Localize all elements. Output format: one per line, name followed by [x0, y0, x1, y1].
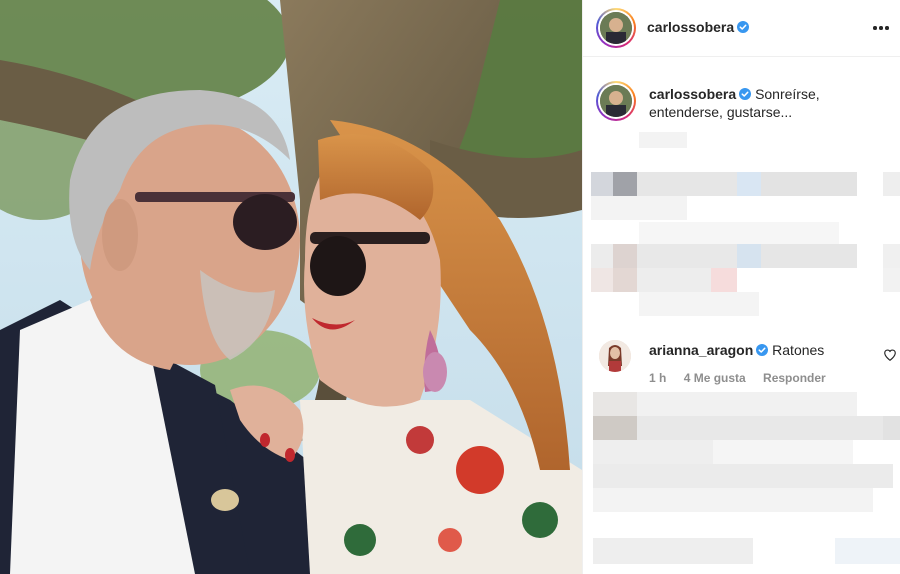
couple-selfie-image: [0, 0, 582, 574]
pixel-block: [713, 440, 853, 464]
avatar-photo: [600, 85, 632, 117]
avatar-image: [600, 12, 632, 44]
avatar-photo: [600, 12, 632, 44]
pixel-block: [711, 268, 737, 292]
pixelated-comments-bottom: [583, 392, 900, 574]
pixel-block: [613, 268, 637, 292]
pixel-block: [883, 244, 900, 268]
avatar-image: [600, 85, 632, 117]
verified-badge-icon: [737, 21, 750, 33]
comment-likes[interactable]: 4 Me gusta: [684, 371, 746, 385]
pixel-block: [883, 172, 900, 196]
post-header: carlossobera: [583, 0, 900, 57]
pixel-block: [737, 172, 761, 196]
verified-badge-icon: [739, 88, 752, 100]
pixel-block: [639, 222, 839, 244]
pixel-block: [613, 172, 637, 196]
more-dot: [879, 26, 883, 30]
pixel-block: [591, 268, 613, 292]
more-options-icon[interactable]: [870, 18, 892, 38]
post-caption: carlossobera Sonreírse, entenderse, gust…: [583, 70, 900, 130]
pixel-block: [761, 172, 857, 196]
pixel-block: [637, 244, 737, 268]
pixel-block: [637, 416, 887, 440]
pixel-block: [613, 244, 637, 268]
post-side-panel: carlossobera carlossobera Sonreírse, ent…: [582, 0, 900, 574]
pixel-block: [637, 392, 857, 416]
comment-meta: 1 h 4 Me gusta Responder: [649, 371, 840, 385]
pixel-block: [593, 416, 637, 440]
post-photo: [0, 0, 582, 574]
author-username[interactable]: carlossobera: [647, 19, 750, 35]
pixel-block: [637, 172, 737, 196]
pixel-block: [761, 244, 857, 268]
commenter-avatar[interactable]: [599, 340, 631, 372]
comment-item: arianna_aragon Ratones 1 h 4 Me gusta Re…: [583, 330, 900, 390]
comment-text: arianna_aragon Ratones: [649, 342, 824, 358]
pixel-block: [593, 440, 713, 464]
author-avatar[interactable]: [596, 8, 636, 48]
pixel-block: [883, 416, 900, 440]
pixel-block: [593, 538, 753, 564]
reply-button[interactable]: Responder: [763, 371, 826, 385]
pixel-block: [883, 268, 900, 292]
verified-badge-icon: [756, 344, 769, 356]
heart-icon[interactable]: [883, 348, 897, 362]
pixel-block: [637, 268, 711, 292]
pixel-block: [591, 196, 687, 220]
commenter-username[interactable]: arianna_aragon: [649, 342, 753, 358]
author-username-text[interactable]: carlossobera: [647, 19, 734, 35]
pixel-block: [593, 464, 893, 488]
pixel-block: [593, 392, 637, 416]
comment-time[interactable]: 1 h: [649, 371, 666, 385]
pixelated-comments-top: [583, 130, 900, 320]
pixel-block: [591, 244, 613, 268]
caption-author-avatar[interactable]: [596, 81, 636, 121]
more-dot: [885, 26, 889, 30]
caption-username[interactable]: carlossobera: [649, 86, 736, 102]
pixel-block: [737, 244, 761, 268]
pixel-block: [639, 132, 687, 148]
caption-text: carlossobera Sonreírse, entenderse, gust…: [649, 85, 889, 121]
pixel-block: [639, 292, 759, 316]
pixel-block: [835, 538, 900, 564]
comment-body: Ratones: [772, 342, 825, 358]
avatar-frame: [598, 83, 634, 119]
more-dot: [873, 26, 877, 30]
avatar-photo: [599, 340, 631, 372]
avatar-frame: [598, 10, 634, 46]
pixel-block: [591, 172, 613, 196]
pixel-block: [593, 488, 873, 512]
